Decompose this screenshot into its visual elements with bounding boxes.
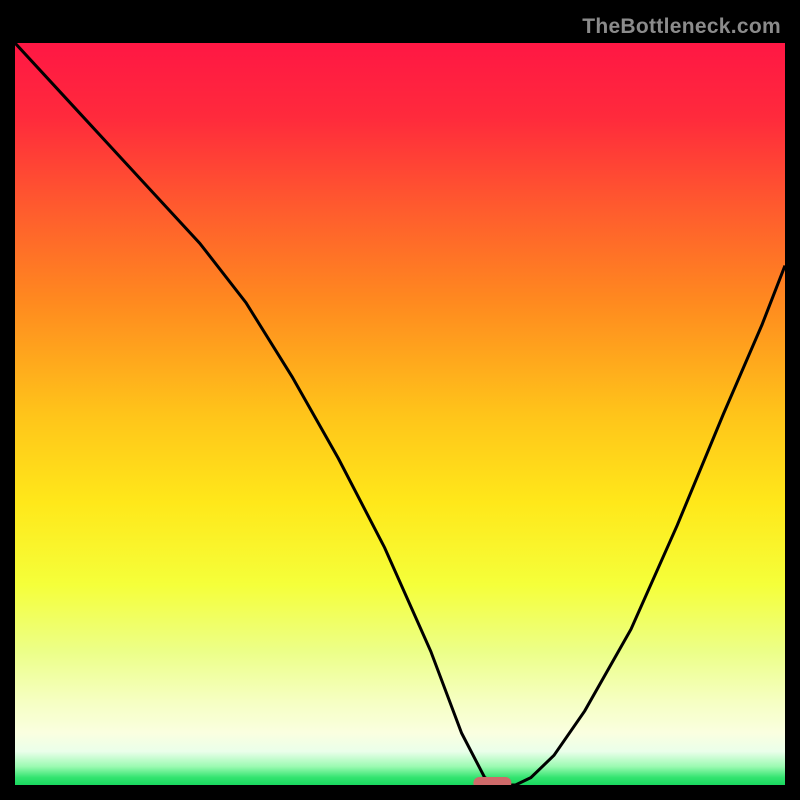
plot-area	[15, 43, 785, 785]
watermark-text: TheBottleneck.com	[582, 15, 781, 39]
minimum-marker	[473, 777, 511, 785]
chart-svg	[15, 43, 785, 785]
gradient-background	[15, 43, 785, 785]
chart-frame: TheBottleneck.com	[15, 15, 785, 785]
